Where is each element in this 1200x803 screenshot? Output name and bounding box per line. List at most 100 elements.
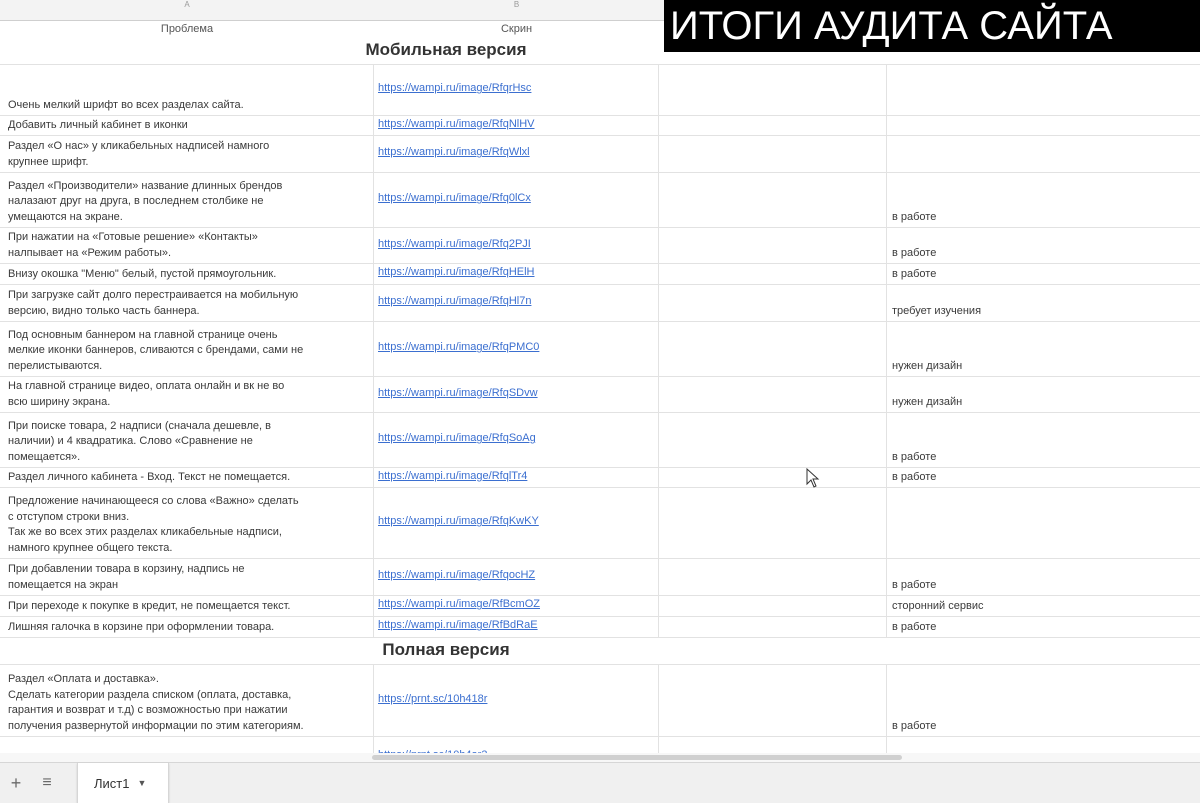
status-cell[interactable]: требует изучения — [887, 285, 1200, 321]
empty-cell[interactable] — [659, 617, 887, 637]
all-sheets-icon[interactable]: ≡ — [37, 773, 57, 793]
empty-cell[interactable] — [659, 285, 887, 321]
status-cell[interactable] — [887, 488, 1200, 558]
screenshot-link[interactable]: https://wampi.ru/image/RfqNlHV — [378, 117, 535, 133]
screenshot-link[interactable]: https://wampi.ru/image/RfqWlxl — [378, 145, 530, 161]
problem-cell[interactable]: Очень мелкий шрифт во всех разделах сайт… — [0, 65, 374, 115]
problem-cell[interactable]: Раздел «Производители» название длинных … — [0, 173, 374, 227]
problem-cell[interactable]: Внизу окошка "Меню" белый, пустой прямоу… — [0, 264, 374, 284]
header-screen: Скрин — [500, 23, 533, 35]
table-row: При поиске товара, 2 надписи (сначала де… — [0, 413, 1200, 468]
screenshot-cell[interactable]: https://wampi.ru/image/Rfq0lCx — [374, 173, 659, 227]
status-cell[interactable]: в работе — [887, 559, 1200, 595]
empty-cell[interactable] — [659, 116, 887, 135]
empty-cell[interactable] — [659, 665, 887, 736]
problem-cell[interactable]: Лишняя галочка в корзине при оформлении … — [0, 617, 374, 637]
status-cell[interactable] — [887, 136, 1200, 172]
screenshot-cell[interactable]: https://wampi.ru/image/RfqHElH — [374, 264, 659, 284]
status-cell[interactable]: сторонний сервис — [887, 596, 1200, 616]
table-row: При переходе к покупке в кредит, не поме… — [0, 596, 1200, 617]
problem-cell[interactable]: Добавить личный кабинет в иконки — [0, 116, 374, 135]
sheet-tab-label: Лист1 — [94, 775, 130, 791]
status-cell[interactable] — [887, 116, 1200, 135]
screenshot-cell[interactable]: https://wampi.ru/image/RfqWlxl — [374, 136, 659, 172]
column-letter-a[interactable]: A — [0, 0, 374, 9]
screenshot-cell[interactable]: https://wampi.ru/image/RfqrHsc — [374, 65, 659, 115]
status-cell[interactable]: в работе — [887, 264, 1200, 284]
horizontal-scrollbar[interactable] — [0, 753, 1200, 762]
status-cell[interactable] — [887, 65, 1200, 115]
table-row: При нажатии на «Готовые решение» «Контак… — [0, 228, 1200, 264]
screenshot-link[interactable]: https://wampi.ru/image/RfBdRaE — [378, 618, 538, 634]
screenshot-cell[interactable]: https://wampi.ru/image/RfqlTr4 — [374, 468, 659, 487]
scrollbar-thumb[interactable] — [372, 755, 902, 760]
screenshot-cell[interactable]: https://wampi.ru/image/RfBdRaE — [374, 617, 659, 637]
problem-cell[interactable]: При нажатии на «Готовые решение» «Контак… — [0, 228, 374, 263]
status-cell[interactable]: в работе — [887, 468, 1200, 487]
empty-cell[interactable] — [659, 173, 887, 227]
table-row: Предложение начинающееся со слова «Важно… — [0, 488, 1200, 559]
empty-cell[interactable] — [659, 596, 887, 616]
table-row: Лишняя галочка в корзине при оформлении … — [0, 617, 1200, 638]
problem-cell[interactable]: При добавлении товара в корзину, надпись… — [0, 559, 374, 595]
screenshot-cell[interactable]: https://wampi.ru/image/RfqNlHV — [374, 116, 659, 135]
screenshot-cell[interactable]: https://wampi.ru/image/RfqHl7n — [374, 285, 659, 321]
status-cell[interactable]: в работе — [887, 665, 1200, 736]
problem-cell[interactable]: При переходе к покупке в кредит, не поме… — [0, 596, 374, 616]
screenshot-cell[interactable]: https://wampi.ru/image/RfqocHZ — [374, 559, 659, 595]
empty-cell[interactable] — [659, 468, 887, 487]
sheet-tab-list1[interactable]: Лист1 ▼ — [77, 763, 169, 803]
problem-cell[interactable]: На главной странице видео, оплата онлайн… — [0, 377, 374, 412]
empty-cell[interactable] — [659, 65, 887, 115]
audit-banner: ИТОГИ АУДИТА САЙТА — [664, 0, 1200, 52]
empty-cell[interactable] — [659, 377, 887, 412]
screenshot-link[interactable]: https://wampi.ru/image/RfqSoAg — [378, 431, 536, 447]
screenshot-cell[interactable]: https://wampi.ru/image/Rfq2PJI — [374, 228, 659, 263]
table-row: Очень мелкий шрифт во всех разделах сайт… — [0, 65, 1200, 116]
problem-cell[interactable]: При загрузке сайт долго перестраивается … — [0, 285, 374, 321]
table-row: Внизу окошка "Меню" белый, пустой прямоу… — [0, 264, 1200, 285]
screenshot-link[interactable]: https://wampi.ru/image/RfqSDvw — [378, 386, 538, 402]
status-cell[interactable]: в работе — [887, 617, 1200, 637]
problem-cell[interactable]: Раздел «О нас» у кликабельных надписей н… — [0, 136, 374, 172]
screenshot-link[interactable]: https://wampi.ru/image/RfqHl7n — [378, 294, 531, 310]
column-letter-b[interactable]: B — [374, 0, 659, 9]
screenshot-link[interactable]: https://wampi.ru/image/RfqocHZ — [378, 568, 535, 584]
table-row: Добавить личный кабинет в иконки https://… — [0, 116, 1200, 136]
chevron-down-icon[interactable]: ▼ — [137, 778, 146, 788]
empty-cell[interactable] — [659, 413, 887, 467]
screenshot-link[interactable]: https://prnt.sc/10h418r — [378, 692, 487, 708]
add-sheet-icon[interactable]: + — [6, 773, 26, 793]
status-cell[interactable]: в работе — [887, 413, 1200, 467]
screenshot-cell[interactable]: https://wampi.ru/image/RfqPMC0 — [374, 322, 659, 376]
empty-cell[interactable] — [659, 228, 887, 263]
status-cell[interactable]: нужен дизайн — [887, 322, 1200, 376]
status-cell[interactable]: в работе — [887, 173, 1200, 227]
screenshot-link[interactable]: https://wampi.ru/image/RfBcmOZ — [378, 597, 540, 613]
screenshot-link[interactable]: https://wampi.ru/image/Rfq0lCx — [378, 191, 531, 207]
problem-cell[interactable]: Раздел «Оплата и доставка». Сделать кате… — [0, 665, 374, 736]
problem-cell[interactable]: Раздел личного кабинета - Вход. Текст не… — [0, 468, 374, 487]
screenshot-link[interactable]: https://wampi.ru/image/RfqlTr4 — [378, 469, 527, 485]
empty-cell[interactable] — [659, 264, 887, 284]
problem-cell[interactable]: Под основным баннером на главной страниц… — [0, 322, 374, 376]
status-cell[interactable]: нужен дизайн — [887, 377, 1200, 412]
screenshot-cell[interactable]: https://wampi.ru/image/RfqSoAg — [374, 413, 659, 467]
screenshot-link[interactable]: https://wampi.ru/image/RfqKwKY — [378, 514, 539, 530]
problem-cell[interactable]: Предложение начинающееся со слова «Важно… — [0, 488, 374, 558]
screenshot-cell[interactable]: https://prnt.sc/10h418r — [374, 665, 659, 736]
empty-cell[interactable] — [659, 136, 887, 172]
screenshot-link[interactable]: https://wampi.ru/image/RfqPMC0 — [378, 340, 539, 356]
empty-cell[interactable] — [659, 322, 887, 376]
screenshot-link[interactable]: https://wampi.ru/image/RfqHElH — [378, 265, 535, 281]
status-cell[interactable]: в работе — [887, 228, 1200, 263]
screenshot-cell[interactable]: https://wampi.ru/image/RfBcmOZ — [374, 596, 659, 616]
screenshot-link[interactable]: https://wampi.ru/image/Rfq2PJI — [378, 237, 531, 253]
empty-cell[interactable] — [659, 488, 887, 558]
screenshot-link[interactable]: https://wampi.ru/image/RfqrHsc — [378, 81, 531, 97]
table-row: Раздел «Производители» название длинных … — [0, 173, 1200, 228]
empty-cell[interactable] — [659, 559, 887, 595]
screenshot-cell[interactable]: https://wampi.ru/image/RfqKwKY — [374, 488, 659, 558]
screenshot-cell[interactable]: https://wampi.ru/image/RfqSDvw — [374, 377, 659, 412]
problem-cell[interactable]: При поиске товара, 2 надписи (сначала де… — [0, 413, 374, 467]
